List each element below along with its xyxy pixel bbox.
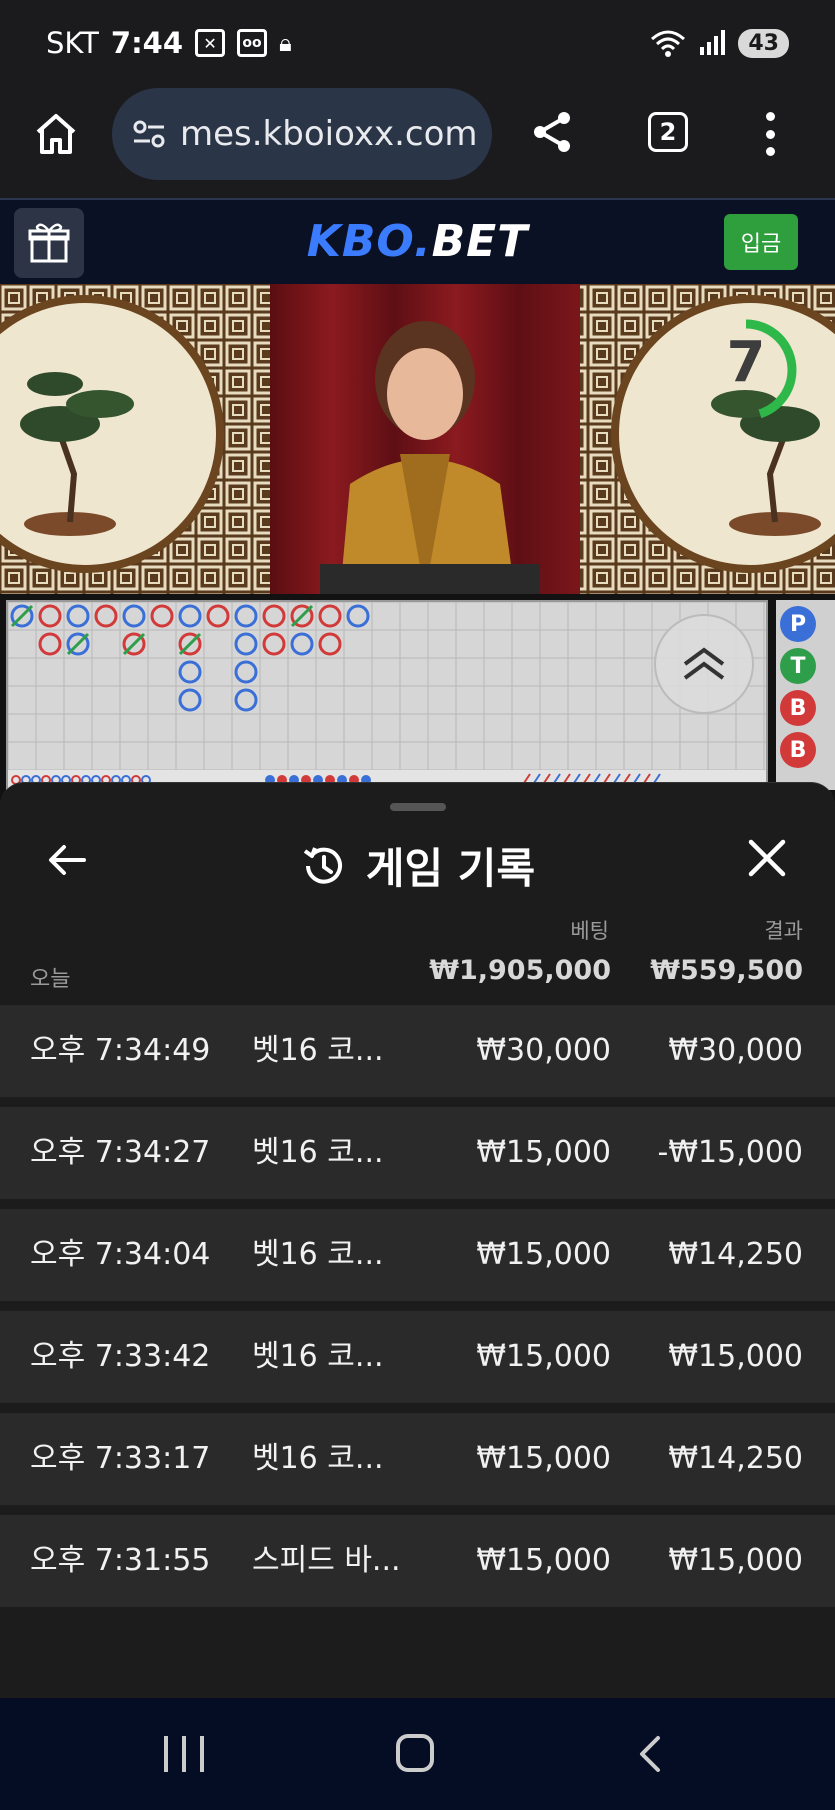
- bead-banker: B: [780, 732, 816, 768]
- row-game: 벳16 코...: [252, 1135, 384, 1170]
- game-history-sheet: 게임 기록 베팅 결과 오늘 ₩1,905,000 ₩559,500 오후 7:…: [0, 782, 835, 1698]
- row-game: 스피드 바...: [252, 1543, 401, 1578]
- logo-part1: KBO.: [306, 216, 432, 267]
- row-time: 오후 7:34:04: [30, 1237, 211, 1272]
- history-list: 오후 7:34:49 벳16 코... ₩30,000 ₩30,000 오후 7…: [0, 1005, 835, 1617]
- wifi-icon: [651, 30, 686, 57]
- row-bet: ₩30,000: [476, 1033, 611, 1068]
- row-result: ₩14,250: [668, 1441, 803, 1476]
- row-game: 벳16 코...: [252, 1033, 384, 1068]
- site-logo[interactable]: KBO.BET: [0, 216, 835, 267]
- bet-column-header: 베팅: [570, 919, 609, 943]
- road-bead: [38, 632, 62, 656]
- road-bead: [150, 604, 174, 628]
- history-row[interactable]: 오후 7:33:17 벳16 코... ₩15,000 ₩14,250: [0, 1413, 835, 1505]
- sheet-drag-handle[interactable]: [390, 803, 446, 811]
- row-bet: ₩15,000: [476, 1543, 611, 1578]
- row-result: ₩15,000: [668, 1543, 803, 1578]
- row-bet: ₩15,000: [476, 1441, 611, 1476]
- road-map-grid: [8, 602, 766, 788]
- expand-roadmap-button[interactable]: [654, 614, 754, 714]
- url-bar[interactable]: mes.kboioxx.com: [112, 88, 492, 180]
- row-result: ₩15,000: [668, 1339, 803, 1374]
- bead-player: P: [780, 606, 816, 642]
- recent-apps-icon[interactable]: [164, 1736, 204, 1772]
- logo-part2: BET: [431, 216, 529, 267]
- site-info-icon[interactable]: [132, 119, 166, 149]
- bead-road-map: [6, 600, 768, 790]
- deposit-button[interactable]: 입금: [724, 214, 798, 270]
- sheet-title: 게임 기록: [0, 835, 835, 896]
- history-row[interactable]: 오후 7:34:27 벳16 코... ₩15,000 -₩15,000: [0, 1107, 835, 1199]
- result-column-header: 결과: [764, 919, 803, 943]
- total-result-value: ₩559,500: [650, 955, 803, 986]
- row-game: 벳16 코...: [252, 1339, 384, 1374]
- row-game: 벳16 코...: [252, 1237, 384, 1272]
- history-row[interactable]: 오후 7:33:42 벳16 코... ₩15,000 ₩15,000: [0, 1311, 835, 1403]
- row-time: 오후 7:33:17: [30, 1441, 211, 1476]
- row-time: 오후 7:34:27: [30, 1135, 211, 1170]
- road-bead: [262, 632, 286, 656]
- sheet-title-text: 게임 기록: [365, 844, 536, 893]
- row-bet: ₩15,000: [476, 1135, 611, 1170]
- bead-banker: B: [780, 690, 816, 726]
- history-row[interactable]: 오후 7:34:49 벳16 코... ₩30,000 ₩30,000: [0, 1005, 835, 1097]
- more-vert-icon[interactable]: [762, 112, 778, 156]
- signal-icon: [700, 30, 726, 55]
- share-icon[interactable]: [528, 108, 576, 156]
- road-bead: [66, 604, 90, 628]
- history-row[interactable]: 오후 7:31:55 스피드 바... ₩15,000 ₩15,000: [0, 1515, 835, 1607]
- nav-home-icon[interactable]: [396, 1734, 434, 1772]
- road-bead: [234, 604, 258, 628]
- road-bead: [38, 604, 62, 628]
- row-bet: ₩15,000: [476, 1237, 611, 1272]
- notification-icon: ✕: [195, 29, 226, 57]
- tab-switcher-button[interactable]: 2: [648, 112, 688, 152]
- row-time: 오후 7:33:42: [30, 1339, 211, 1374]
- row-result: -₩15,000: [657, 1135, 803, 1170]
- carrier-label: SKT: [46, 26, 99, 60]
- side-bead-road: P T B B: [776, 600, 835, 790]
- status-bar: SKT 7:44 ✕ oo 🔒︎ 43: [0, 0, 835, 86]
- road-bead: [318, 604, 342, 628]
- row-result: ₩30,000: [668, 1033, 803, 1068]
- road-bead: [122, 604, 146, 628]
- lock-icon: 🔒︎: [279, 29, 292, 57]
- road-bead: [318, 632, 342, 656]
- row-bet: ₩15,000: [476, 1339, 611, 1374]
- status-time: 7:44: [110, 26, 184, 60]
- road-bead: [262, 604, 286, 628]
- road-bead: [234, 688, 258, 712]
- road-bead: [234, 660, 258, 684]
- row-result: ₩14,250: [668, 1237, 803, 1272]
- system-nav-bar: [0, 1698, 835, 1810]
- road-bead: [234, 632, 258, 656]
- history-row[interactable]: 오후 7:34:04 벳16 코... ₩15,000 ₩14,250: [0, 1209, 835, 1301]
- road-bead: [206, 604, 230, 628]
- road-bead: [178, 604, 202, 628]
- home-icon[interactable]: [32, 110, 80, 158]
- battery-indicator: 43: [738, 28, 789, 58]
- row-game: 벳16 코...: [252, 1441, 384, 1476]
- road-bead: [94, 604, 118, 628]
- url-text: mes.kboioxx.com: [180, 114, 478, 154]
- today-label: 오늘: [30, 967, 71, 992]
- bead-tie: T: [780, 648, 816, 684]
- site-header: KBO.BET 입금: [0, 198, 835, 284]
- live-video-stream: 7: [0, 284, 835, 594]
- road-bead: [178, 660, 202, 684]
- road-bead: [346, 604, 370, 628]
- close-icon[interactable]: [746, 837, 788, 879]
- history-icon: [303, 846, 342, 884]
- total-bet-value: ₩1,905,000: [429, 955, 611, 986]
- voicemail-icon: oo: [237, 29, 268, 57]
- row-time: 오후 7:31:55: [30, 1543, 211, 1578]
- double-chevron-up-icon: [683, 647, 725, 680]
- countdown-number: 7: [726, 330, 766, 395]
- row-time: 오후 7:34:49: [30, 1033, 211, 1068]
- nav-back-icon[interactable]: [634, 1734, 664, 1774]
- road-bead: [290, 632, 314, 656]
- browser-toolbar: mes.kboioxx.com 2: [0, 86, 835, 198]
- road-bead: [178, 688, 202, 712]
